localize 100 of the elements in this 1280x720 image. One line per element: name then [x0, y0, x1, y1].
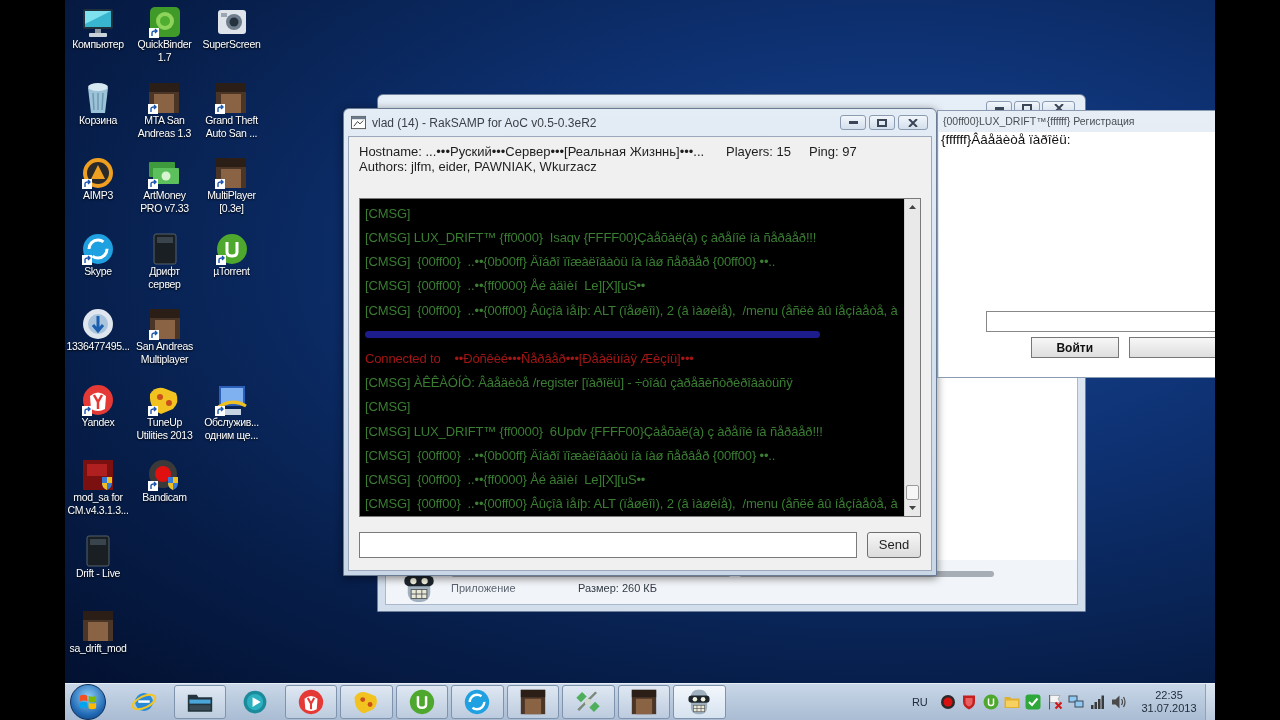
folder-icon — [1004, 694, 1021, 710]
chat-message: [CMSG] {00ff00} ..••{0b00ff} Äîáðî ïîæàëîâàòü íà íàø ñåðâåð {00ff00} ••.. — [365, 447, 776, 463]
language-indicator[interactable]: RU — [911, 693, 928, 711]
round-badge-icon — [408, 689, 435, 715]
game-cover-icon — [148, 308, 181, 340]
dotted-blob-icon — [353, 689, 380, 715]
chat-message: [CMSG] LUX_DRIFT™ {ff0000} Isaqv {FFFF00}Çàåõàë(à) ç àðåíîé íà ñåðâåð!!! — [365, 229, 817, 245]
record-button-icon — [148, 459, 181, 491]
desktop-item[interactable]: Дрифт сервер — [148, 232, 181, 291]
chat-message: [CMSG] LUX_DRIFT™ {ff0000} 6Updv {FFFF00}Çàåõàë(à) ç àðåíîé íà ñåðâåð!!! — [365, 423, 823, 439]
triangle-disc-icon — [82, 157, 114, 189]
minimize-button[interactable] — [840, 115, 866, 130]
game-cover-icon — [630, 689, 657, 715]
chat-message: [CMSG] {00ff00} ..••{ff0000} Åé àäìèí Le][X][uS•• — [365, 472, 646, 488]
minimize-icon — [848, 121, 858, 124]
authors-text: Authors: jlfm, eider, PAWNIAK, Wkurzacz — [359, 158, 597, 176]
monitor-icon — [82, 6, 114, 38]
window-screen-icon — [215, 383, 248, 416]
chat-message: [CMSG] {00ff00} ..••{ff0000} Åé àäìèí Le][X][uS•• — [365, 278, 646, 294]
desktop-item[interactable]: TuneUp Utilities 2013 — [136, 383, 193, 442]
ring-disc-icon — [464, 689, 491, 715]
check-icon — [1025, 694, 1042, 710]
ping-text: Ping: 97 — [809, 142, 857, 161]
game-cover-icon — [215, 157, 248, 189]
caret-up-icon — [909, 205, 916, 209]
minimize-icon — [994, 106, 1004, 110]
taskbar-button[interactable] — [617, 685, 670, 719]
shield-icon — [961, 694, 978, 710]
maximize-icon — [877, 118, 887, 127]
desktop-item[interactable]: mod_sa for CM.v4.3.1.3... — [67, 459, 129, 517]
dialog-title: {00ff00}LUX_DRIFT™{ffffff} Регистрация — [943, 113, 1135, 129]
file-size: Размер: 260 КБ — [578, 580, 657, 596]
taskbar-button[interactable] — [673, 685, 726, 719]
desktop-item[interactable]: sa_drift_mod — [69, 610, 127, 655]
desktop-item[interactable]: MultiPlayer [0.3e] — [207, 157, 256, 215]
clock[interactable]: 22:35 31.07.2013 — [1141, 689, 1197, 715]
desktop-item[interactable]: MTA San Andreas 1.3 — [137, 81, 192, 140]
game-cover-icon — [82, 459, 114, 491]
speaker-icon — [1111, 694, 1127, 710]
password-input[interactable] — [986, 311, 1215, 332]
maximize-icon — [1022, 104, 1032, 112]
chat-message: [CMSG] {00ff00} ..••{0b00ff} Äîáðî ïîæàëîâàòü íà íàø ñåðâåð {00ff00} ••.. — [365, 254, 776, 270]
game-cover-icon — [519, 689, 546, 715]
file-type: Приложение — [451, 580, 517, 596]
record-dot-icon — [939, 694, 956, 710]
maximize-button[interactable] — [869, 115, 895, 130]
circle-logo-icon — [82, 383, 114, 416]
desktop-item[interactable]: 1336477495... — [66, 308, 130, 353]
chat-message: Connected to ••Ðóñêèé•••Ñåðâåð•••[Ðåàëüíàÿ Æèçíü]••• — [365, 351, 694, 366]
desktop-item[interactable]: Bandicam — [142, 459, 187, 504]
app-tile-icon — [148, 6, 181, 38]
close-icon — [908, 118, 918, 127]
hostname-text: Hostname: ...•••Руский•••Сервер•••[Реальная Жизннь]•••... — [359, 142, 706, 161]
desktop-item[interactable]: Skype — [82, 232, 114, 278]
chat-message: [CMSG] ÀÊÊÀÓÍÒ: Ââåäèòå /register [ïàðîëü] - ÷òîáû çàðåãèñòðèðîâàòüñÿ — [365, 375, 793, 391]
down-arrow-disc-icon — [82, 308, 114, 340]
desktop-item[interactable]: Обслужив... одним ще... — [204, 383, 259, 442]
chat-message: [CMSG] {00ff00} ..••{00ff00} Âûçîâ ìåíþ: ALT (ïåøêîì), 2 (â ìàøèíå), /menu (åñëè âû íåçíàåòå, à — [365, 302, 898, 318]
network-icon — [1068, 694, 1085, 710]
close-button[interactable] — [898, 115, 928, 130]
desktop-item[interactable]: AIMP3 — [82, 157, 114, 202]
desktop-item[interactable]: Yandex — [81, 383, 115, 429]
send-button[interactable]: Send — [867, 532, 921, 558]
caret-down-icon — [909, 506, 916, 510]
chat-message: [CMSG] — [365, 399, 411, 415]
taskbar-button[interactable] — [506, 685, 559, 719]
desktop-item[interactable]: San Andreas Multiplayer — [136, 308, 193, 366]
round-badge-icon — [215, 232, 248, 265]
scrollbar-thumb[interactable] — [906, 485, 919, 500]
game-cover-icon — [148, 81, 181, 114]
desktop-item[interactable]: SuperScreen — [202, 6, 261, 51]
desktop-item[interactable]: QuickBinder 1.7 — [137, 6, 192, 64]
desktop-item[interactable]: ArtMoney PRO v7.33 — [140, 157, 189, 215]
desktop-item[interactable]: Drift - Live — [75, 534, 121, 580]
desktop-item[interactable]: Grand Theft Auto San ... — [205, 81, 258, 140]
players-text: Players: 15 — [726, 142, 793, 161]
dialog-prompt: {ffffff}Ââåäèòå ïàðîëü: — [940, 132, 1072, 148]
login-button[interactable]: Войти — [1031, 337, 1119, 358]
chat-message: [CMSG] {00ff00} ..••{00ff00} Âûçîâ ìåíþ: ALT (ïåøêîì), 2 (â ìàøèíå), /menu (åñëè âû íåçíàåòå, à — [365, 496, 898, 512]
play-disc-icon — [242, 689, 269, 715]
message-input[interactable] — [359, 532, 857, 558]
ring-disc-icon — [82, 232, 114, 265]
flag-x-icon — [1046, 694, 1063, 710]
satellite-icon — [575, 689, 602, 715]
desktop-item[interactable]: µTorrent — [213, 232, 250, 278]
robot-face-icon — [686, 689, 713, 715]
desktop-item[interactable]: Компьютер — [72, 6, 124, 51]
four-pane-flag-icon — [78, 692, 98, 712]
signal-bars-icon — [1089, 694, 1106, 710]
game-cover-icon — [82, 610, 114, 642]
round-badge-icon — [982, 694, 999, 710]
start-button[interactable] — [70, 684, 106, 720]
game-cover-icon — [215, 81, 248, 114]
taskbar-button[interactable] — [173, 685, 226, 719]
desktop-item[interactable]: Корзина — [79, 81, 117, 127]
window-title: vlad (14) - RakSAMP for AoC v0.5-0.3eR2 — [372, 114, 597, 132]
close-icon — [1053, 104, 1064, 112]
dialog-button[interactable] — [1128, 337, 1215, 358]
circle-logo-icon — [297, 689, 324, 715]
app-window-icon — [351, 115, 366, 130]
